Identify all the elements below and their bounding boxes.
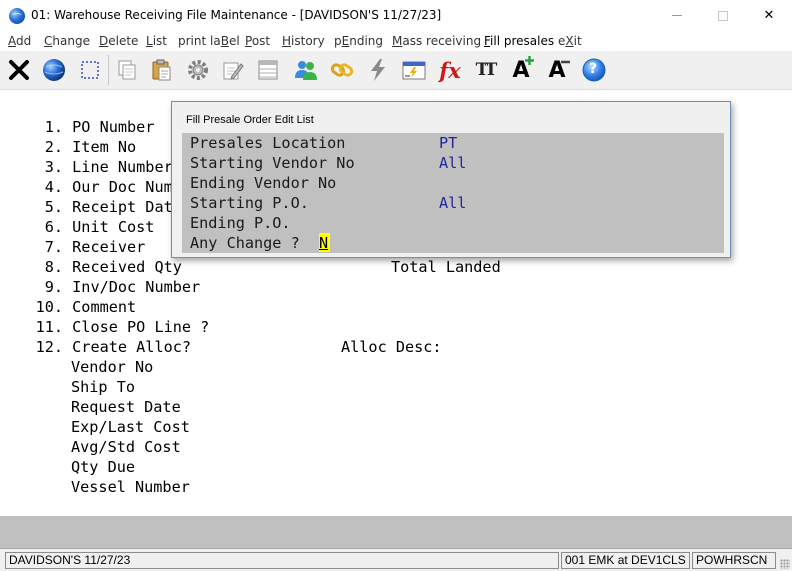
maximize-button[interactable] bbox=[700, 0, 746, 31]
alloc-desc-label: Alloc Desc: bbox=[341, 338, 442, 356]
window-title: 01: Warehouse Receiving File Maintenance… bbox=[31, 8, 442, 22]
starting-po-label: Starting P.O. bbox=[190, 194, 309, 212]
menu-fill-presales[interactable]: Fill presales bbox=[484, 34, 554, 48]
font-increase-icon[interactable]: A bbox=[505, 54, 537, 86]
dialog-title: Fill Presale Order Edit List bbox=[186, 114, 314, 126]
select-icon[interactable] bbox=[74, 54, 106, 86]
menu-change[interactable]: Change bbox=[44, 34, 90, 48]
sub-field-label: Vendor No bbox=[71, 358, 154, 376]
font-decrease-icon[interactable]: A bbox=[541, 54, 573, 86]
menu-exit[interactable]: eXit bbox=[558, 34, 582, 48]
sub-field-label: Exp/Last Cost bbox=[71, 418, 190, 436]
ending-vendor-label: Ending Vendor No bbox=[190, 174, 337, 192]
menu-history[interactable]: History bbox=[282, 34, 325, 48]
starting-vendor-value[interactable]: All bbox=[439, 153, 466, 173]
close-icon: ✕ bbox=[763, 8, 775, 23]
globe-icon[interactable] bbox=[38, 54, 70, 86]
resize-grip-icon[interactable] bbox=[780, 559, 790, 569]
link-icon[interactable] bbox=[326, 54, 358, 86]
minimize-button[interactable] bbox=[654, 0, 700, 31]
ending-po-label: Ending P.O. bbox=[190, 214, 291, 232]
any-change-input[interactable]: N bbox=[319, 233, 330, 252]
settings-icon[interactable] bbox=[182, 54, 214, 86]
font-icon[interactable]: TT bbox=[469, 54, 501, 86]
status-program: POWHRSCN bbox=[692, 552, 776, 569]
total-landed-label: Total Landed bbox=[391, 258, 501, 276]
toolbar-separator bbox=[108, 55, 109, 85]
menu-add[interactable]: Add bbox=[8, 34, 31, 48]
close-window-button[interactable]: ✕ bbox=[746, 0, 792, 31]
form-field-row[interactable]: 3. Line Number bbox=[30, 157, 173, 177]
form-field-row[interactable]: 1. PO Number bbox=[30, 117, 155, 137]
app-globe-icon[interactable] bbox=[9, 8, 25, 24]
dialog-body: Presales Location PT Starting Vendor No … bbox=[182, 133, 724, 253]
status-session: 001 EMK at DEV1CLS bbox=[561, 552, 690, 569]
minimize-icon bbox=[672, 15, 682, 16]
menu-print-label[interactable]: print laBel bbox=[178, 34, 240, 48]
close-icon[interactable] bbox=[3, 54, 35, 86]
copy-icon[interactable] bbox=[111, 54, 143, 86]
menu-post[interactable]: Post bbox=[245, 34, 270, 48]
maximize-icon bbox=[718, 10, 728, 21]
presales-location-value[interactable]: PT bbox=[439, 133, 457, 153]
sub-field-label: Ship To bbox=[71, 378, 136, 396]
form-field-row[interactable]: 6. Unit Cost bbox=[30, 217, 155, 237]
form-field-row[interactable]: 10. Comment bbox=[30, 297, 137, 317]
sub-field-label: Qty Due bbox=[71, 458, 136, 476]
edit-icon[interactable] bbox=[217, 54, 249, 86]
form-field-row[interactable]: 8. Received Qty bbox=[30, 257, 182, 277]
any-change-label: Any Change ? bbox=[190, 234, 300, 252]
form-field-row[interactable]: 11. Close PO Line ? bbox=[30, 317, 210, 337]
lightning-icon[interactable] bbox=[362, 54, 394, 86]
menu-bar: Add Change Delete List print laBel Post … bbox=[0, 31, 792, 51]
menu-pending[interactable]: pEnding bbox=[334, 34, 383, 48]
status-bar: DAVIDSON'S 11/27/23 001 EMK at DEV1CLS P… bbox=[0, 548, 792, 571]
bottom-band bbox=[0, 516, 792, 548]
sub-field-label: Vessel Number bbox=[71, 478, 190, 496]
form-field-row[interactable]: 12. Create Alloc? bbox=[30, 337, 191, 357]
form-field-row[interactable]: 9. Inv/Doc Number bbox=[30, 277, 200, 297]
sub-field-label: Request Date bbox=[71, 398, 181, 416]
list-icon[interactable] bbox=[252, 54, 284, 86]
function-icon[interactable]: fx bbox=[434, 54, 466, 86]
title-bar: 01: Warehouse Receiving File Maintenance… bbox=[0, 0, 792, 31]
status-company: DAVIDSON'S 11/27/23 bbox=[5, 552, 559, 569]
form-field-row[interactable]: 7. Receiver bbox=[30, 237, 146, 257]
users-icon[interactable] bbox=[290, 54, 322, 86]
fill-presale-dialog: Fill Presale Order Edit List Presales Lo… bbox=[171, 101, 731, 258]
menu-mass-receiving[interactable]: Mass receiving bbox=[392, 34, 481, 48]
starting-po-value[interactable]: All bbox=[439, 193, 466, 213]
sub-field-label: Avg/Std Cost bbox=[71, 438, 181, 456]
menu-delete[interactable]: Delete bbox=[99, 34, 138, 48]
calculator-icon[interactable] bbox=[398, 54, 430, 86]
paste-icon[interactable] bbox=[146, 54, 178, 86]
presales-location-label: Presales Location bbox=[190, 134, 346, 152]
form-field-row[interactable]: 5. Receipt Date bbox=[30, 197, 182, 217]
toolbar: fx TT A A ? bbox=[0, 51, 792, 90]
starting-vendor-label: Starting Vendor No bbox=[190, 154, 355, 172]
form-field-row[interactable]: 2. Item No bbox=[30, 137, 136, 157]
help-icon[interactable]: ? bbox=[578, 54, 610, 86]
menu-list[interactable]: List bbox=[146, 34, 167, 48]
